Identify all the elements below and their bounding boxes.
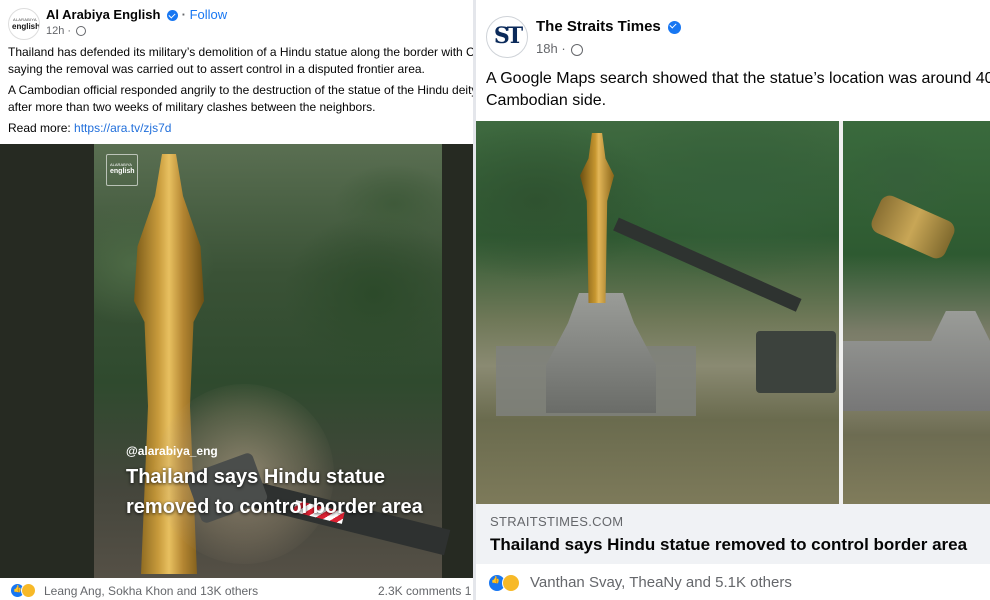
link-headline[interactable]: Thailand says Hindu statue removed to co… [490, 535, 967, 555]
follow-button[interactable]: Follow [190, 7, 228, 22]
statue-demolition-photo: ALARABIYA english @alarabiya_eng Thailan… [94, 144, 451, 578]
read-more-line: Read more: https://ara.tv/zjs7d [8, 120, 473, 137]
post-paragraph: A Cambodian official responded angrily t… [8, 82, 473, 116]
page-avatar[interactable]: ALARABIYA english [8, 8, 40, 40]
read-more-label: Read more: [8, 121, 71, 135]
post-text-line: A Google Maps search showed that the sta… [486, 70, 990, 87]
page-name-row: The Straits Times [536, 18, 681, 35]
post-timestamp[interactable]: 12h [46, 25, 64, 37]
temple-pedestal [546, 293, 656, 413]
post-timestamp[interactable]: 18h [536, 41, 558, 56]
public-globe-icon [571, 43, 584, 56]
link-domain: STRAITSTIMES.COM [490, 514, 624, 529]
post-paragraph-line: A Cambodian official responded angrily t… [8, 83, 473, 97]
reaction-names[interactable]: Leang Ang, Sokha Khon and 13K others [44, 584, 258, 598]
post-paragraph-line: Thailand has defended its military’s dem… [8, 45, 473, 59]
reaction-icons[interactable] [10, 583, 36, 599]
post-paragraph: Thailand has defended its military’s dem… [8, 44, 473, 78]
verified-badge-icon [167, 10, 179, 22]
reaction-icons[interactable] [488, 574, 520, 593]
straits-times-post: ST The Straits Times 18h · A Google Maps… [476, 0, 990, 600]
image-logo-top: ALARABIYA [110, 162, 132, 167]
comments-count-text[interactable]: 2.3K comments [378, 584, 461, 598]
post-header: ST The Straits Times 18h · [486, 14, 986, 62]
post-paragraph-line: after more than two weeks of military cl… [8, 100, 376, 114]
comments-count: 2.3K comments 1 [378, 584, 471, 598]
page-name-row: Al Arabiya English · Follow [46, 7, 228, 22]
read-more-link[interactable]: https://ara.tv/zjs7d [74, 121, 171, 135]
temple-structure [843, 311, 990, 411]
page-avatar[interactable]: ST [486, 16, 528, 58]
post-header: ALARABIYA english Al Arabiya English · F… [8, 6, 468, 40]
post-footer: Leang Ang, Sokha Khon and 13K others 2.3… [0, 578, 473, 600]
avatar-logo-main: english [12, 22, 40, 31]
shares-count-partial: 1 [464, 584, 472, 598]
page-name[interactable]: Al Arabiya English [46, 7, 160, 22]
image-handle: @alarabiya_eng [126, 444, 218, 458]
golden-statue [580, 133, 614, 303]
alarabiya-logo: ALARABIYA english [106, 154, 138, 186]
reaction-names[interactable]: Vanthan Svay, TheaNy and 5.1K others [530, 574, 792, 591]
al-arabiya-post: ALARABIYA english Al Arabiya English · F… [0, 0, 473, 600]
post-meta: 12h · [46, 25, 87, 37]
falling-statue-photo [843, 121, 990, 504]
post-text: Thailand has defended its military’s dem… [8, 44, 473, 141]
sad-reaction-icon [502, 574, 520, 593]
link-preview[interactable]: STRAITSTIMES.COM Thailand says Hindu sta… [476, 504, 990, 564]
public-globe-icon [76, 26, 87, 37]
post-footer: Vanthan Svay, TheaNy and 5.1K others [476, 564, 990, 600]
post-image[interactable] [476, 121, 990, 504]
excavator-body [756, 331, 836, 393]
post-meta: 18h · [536, 41, 584, 56]
image-logo-main: english [110, 168, 135, 175]
post-paragraph-line: saying the removal was carried out to as… [8, 62, 425, 76]
post-text: A Google Maps search showed that the sta… [486, 68, 990, 112]
page-name[interactable]: The Straits Times [536, 18, 661, 35]
post-image[interactable]: ALARABIYA english @alarabiya_eng Thailan… [0, 144, 473, 578]
excavator-statue-photo [476, 121, 839, 504]
avatar-initials: ST [493, 23, 523, 49]
image-headline: Thailand says Hindu statue removed to co… [126, 466, 423, 518]
sad-reaction-icon [21, 583, 36, 599]
post-text-line: Cambodian side. [486, 92, 607, 109]
excavator-boom [613, 217, 802, 312]
falling-statue [868, 192, 958, 262]
verified-badge-icon [667, 20, 681, 34]
